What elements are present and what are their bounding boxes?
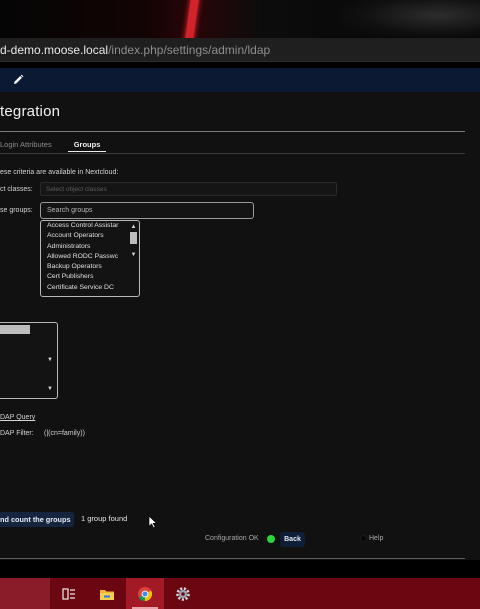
wallpaper-glow [340, 0, 480, 38]
tabs-divider [0, 153, 465, 154]
app-header [0, 68, 480, 92]
page-title: tegration [0, 103, 61, 120]
help-icon[interactable] [360, 535, 367, 542]
settings-tabs: Login Attributes Groups [0, 138, 107, 154]
task-view-icon [62, 587, 75, 600]
file-explorer-button[interactable] [88, 578, 126, 609]
scroll-down-icon[interactable]: ▼ [129, 251, 138, 259]
tab-groups[interactable]: Groups [67, 138, 107, 152]
groups-label: se groups: [0, 207, 33, 214]
list-item[interactable]: Account Operators [41, 231, 129, 241]
list-item[interactable]: Cert Publishers [41, 272, 129, 282]
tab-login-attributes[interactable]: Login Attributes [0, 138, 52, 154]
ldap-filter-value: (|(cn=family)) [44, 430, 85, 437]
address-bar[interactable]: d-demo.moose.local /index.php/settings/a… [0, 38, 480, 62]
back-button[interactable]: Back [280, 532, 305, 547]
desktop-background [0, 0, 480, 38]
groups-description: ese criteria are available in Nextcloud: [0, 169, 119, 176]
groups-found-count: 1 group found [81, 514, 128, 523]
ldap-settings-panel: tegration Login Attributes Groups ese cr… [0, 92, 480, 560]
taskbar-search-area[interactable] [0, 578, 50, 609]
search-groups-input[interactable]: Search groups [40, 202, 254, 219]
list-scrollbar[interactable]: ▲ ▼ [129, 223, 138, 294]
scrollbar-thumb[interactable] [130, 232, 137, 244]
list-item[interactable]: Administrators [41, 242, 129, 252]
configuration-status: Configuration OK [205, 535, 259, 542]
chrome-icon [138, 586, 153, 601]
url-path: /index.php/settings/admin/ldap [108, 42, 271, 57]
footer-divider [0, 558, 465, 559]
scroll-up-icon[interactable]: ▲ [129, 223, 138, 231]
selected-group-item[interactable] [0, 325, 30, 334]
list-item[interactable]: Allowed RODC Passwc [41, 252, 129, 262]
title-divider [0, 131, 465, 132]
settings-icon [176, 586, 190, 601]
settings-button[interactable] [164, 578, 202, 609]
file-explorer-icon [100, 589, 114, 600]
object-classes-select[interactable]: Select object classes [40, 182, 337, 196]
verify-settings-button[interactable]: nd count the groups [0, 512, 74, 527]
mouse-cursor-icon [148, 515, 158, 529]
wallpaper-accent [184, 0, 200, 38]
chevron-down-icon[interactable]: ▼ [47, 357, 53, 363]
list-item[interactable]: Backup Operators [41, 262, 129, 272]
url-host: d-demo.moose.local [0, 42, 109, 57]
status-ok-icon [267, 535, 275, 543]
ldap-filter-label: DAP Filter: [0, 430, 34, 437]
chevron-down-icon[interactable]: ▼ [47, 386, 53, 392]
taskbar [0, 578, 480, 609]
edit-ldap-query-link[interactable]: DAP Query [0, 414, 35, 421]
screen-gap [0, 560, 480, 578]
selected-groups-list[interactable]: ▼ ▼ [0, 322, 58, 399]
object-classes-label: ct classes: [0, 186, 33, 193]
list-item[interactable]: Certificate Service DC [41, 283, 129, 293]
available-groups-list[interactable]: Access Control Assistar Account Operator… [40, 220, 140, 297]
pencil-icon[interactable] [12, 74, 24, 86]
task-view-button[interactable] [50, 578, 88, 609]
help-link[interactable]: Help [369, 535, 383, 542]
list-item[interactable]: Access Control Assistar [41, 221, 129, 231]
chrome-button[interactable] [126, 578, 164, 609]
